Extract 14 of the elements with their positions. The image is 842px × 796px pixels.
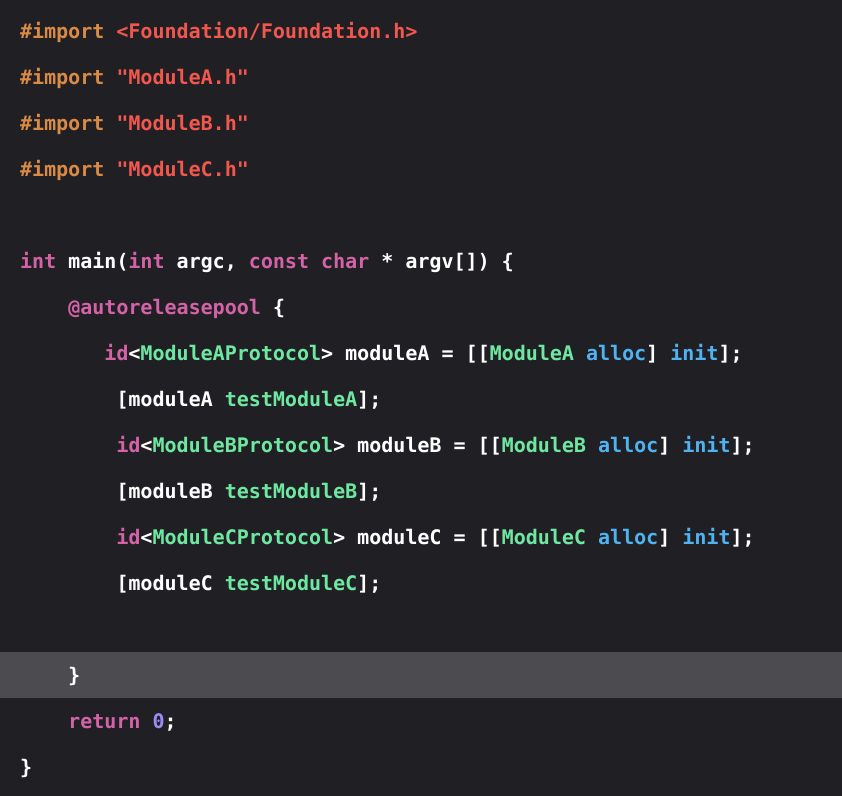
code-line: #import "ModuleB.h" [19, 110, 250, 137]
code-line: [moduleB testModuleB]; [115, 478, 382, 505]
code-line: #import "ModuleA.h" [19, 64, 250, 91]
code-line: id<ModuleCProtocol> moduleC = [[ModuleC alloc] init]; [115, 524, 756, 551]
code-line: [moduleA testModuleA]; [115, 386, 382, 413]
code-line: int main(int argc, const char * argv[]) { [19, 248, 515, 275]
code-line: [moduleC testModuleC]; [115, 570, 382, 597]
code-line: @autoreleasepool { [67, 294, 286, 321]
code-line: id<ModuleAProtocol> moduleA = [[ModuleA alloc] init]; [103, 340, 744, 367]
code-line: return 0; [67, 708, 178, 735]
code-line: id<ModuleBProtocol> moduleB = [[ModuleB alloc] init]; [115, 432, 756, 459]
code-line: } [19, 754, 34, 781]
code-line: #import <Foundation/Foundation.h> [19, 18, 418, 45]
code-line: #import "ModuleC.h" [19, 156, 250, 183]
